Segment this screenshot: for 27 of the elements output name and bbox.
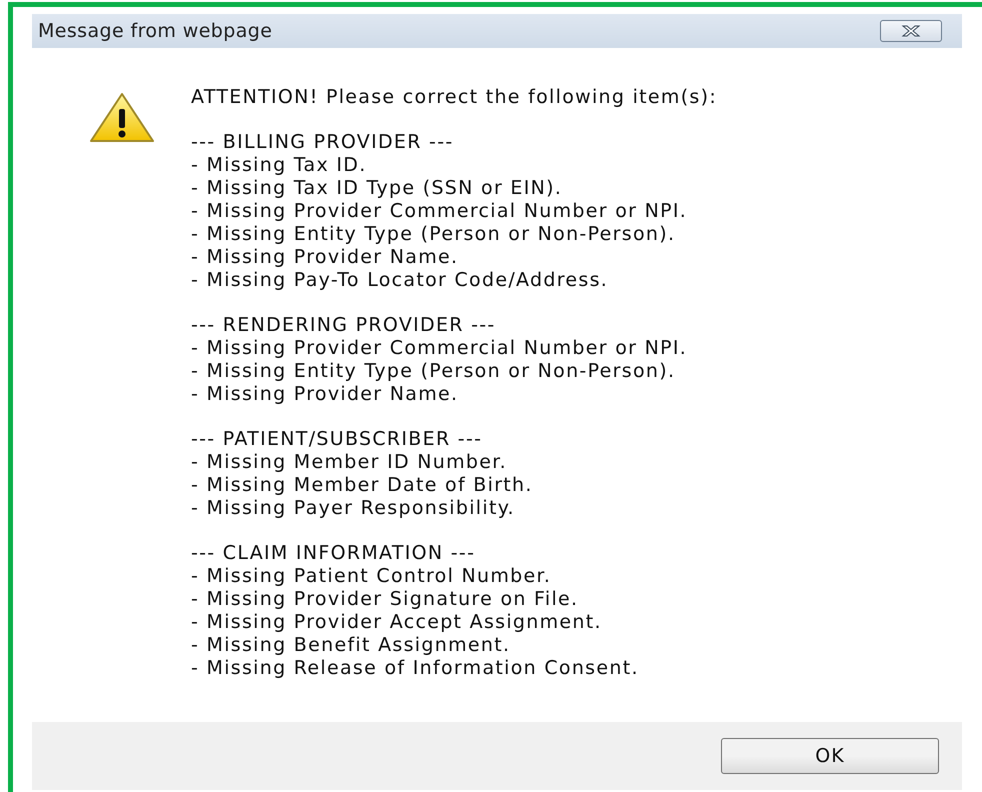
section-heading: --- BILLING PROVIDER --- — [191, 131, 455, 154]
error-item: - Missing Payer Responsibility. — [191, 497, 516, 520]
error-item: - Missing Entity Type (Person or Non-Person). — [191, 360, 676, 383]
section-heading: --- PATIENT/SUBSCRIBER --- — [191, 428, 484, 451]
error-item: - Missing Member ID Number. — [191, 451, 508, 474]
ok-button[interactable]: OK — [721, 738, 939, 774]
error-item: - Missing Member Date of Birth. — [191, 474, 534, 497]
message-heading: ATTENTION! Please correct the following item(s): — [191, 86, 718, 109]
error-item: - Missing Release of Information Consent. — [191, 657, 640, 680]
error-item: - Missing Benefit Assignment. — [191, 634, 512, 657]
error-item: - Missing Patient Control Number. — [191, 565, 552, 588]
close-button[interactable] — [880, 20, 942, 42]
error-item: - Missing Tax ID. — [191, 154, 368, 177]
error-item: - Missing Provider Accept Assignment. — [191, 611, 603, 634]
error-item: - Missing Provider Signature on File. — [191, 588, 580, 611]
close-icon — [900, 25, 922, 37]
warning-icon — [89, 92, 155, 144]
error-item: - Missing Pay-To Locator Code/Address. — [191, 269, 610, 292]
error-item: - Missing Provider Name. — [191, 246, 460, 269]
error-item: - Missing Entity Type (Person or Non-Person). — [191, 223, 676, 246]
section-heading: --- RENDERING PROVIDER --- — [191, 314, 497, 337]
error-item: - Missing Tax ID Type (SSN or EIN). — [191, 177, 564, 200]
error-item: - Missing Provider Commercial Number or NPI. — [191, 337, 688, 360]
error-item: - Missing Provider Name. — [191, 383, 460, 406]
section-heading: --- CLAIM INFORMATION --- — [191, 542, 476, 565]
window-title: Message from webpage — [38, 20, 272, 42]
error-item: - Missing Provider Commercial Number or NPI. — [191, 200, 688, 223]
